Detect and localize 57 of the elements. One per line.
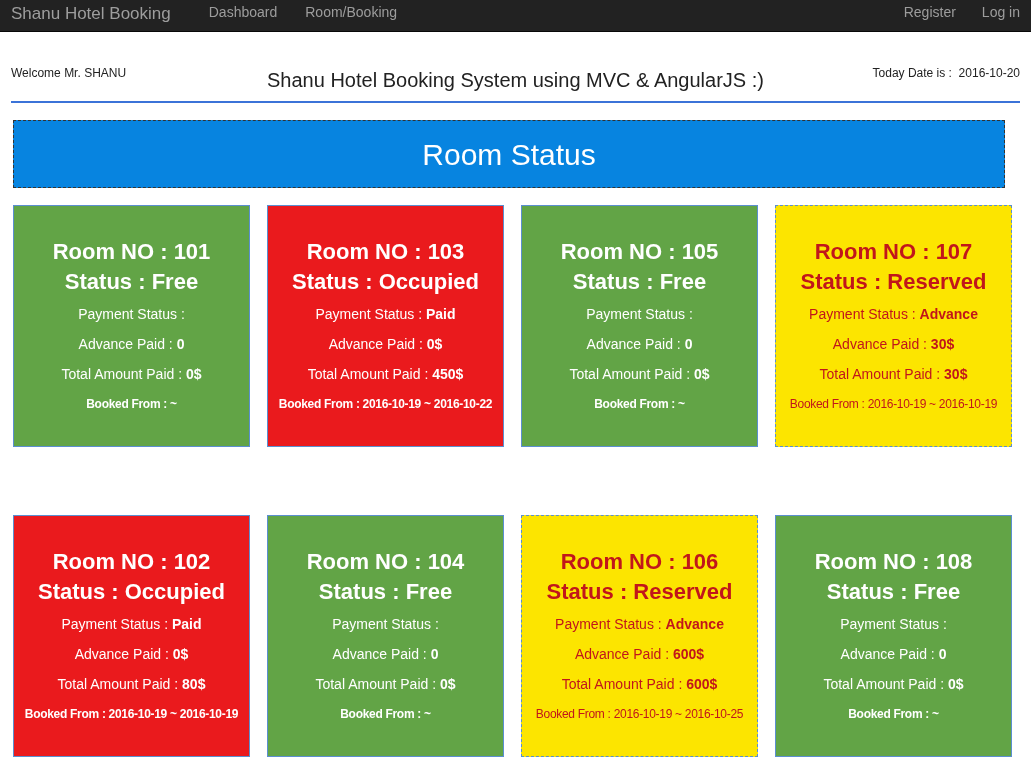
advance-paid: Advance Paid : 30$ [832,335,955,354]
banner-title: Room Status [422,136,596,173]
room-status: Status : Free [64,268,199,296]
booked-dates: Booked From : ~ [86,396,177,413]
room-status: Status : Reserved [800,268,987,296]
total-amount-paid: Total Amount Paid : 80$ [57,675,206,694]
booked-dates: Booked From : ~ [848,706,939,723]
payment-status: Payment Status : Paid [61,615,202,634]
nav-link[interactable]: Dashboard [208,2,278,23]
payment-status: Payment Status : [332,615,439,634]
booked-dates: Booked From : ~ [594,396,685,413]
total-amount-paid: Total Amount Paid : 0$ [823,675,964,694]
room-status: Status : Free [318,578,453,606]
room-number: Room NO : 105 [560,238,719,266]
nav-link[interactable]: Room/Booking [305,2,398,23]
total-amount-paid: Total Amount Paid : 30$ [819,365,968,384]
booked-dates: Booked From : 2016-10-19 ~ 2016-10-22 [278,396,493,413]
room-status: Status : Reserved [546,578,733,606]
advance-paid: Advance Paid : 600$ [574,645,705,664]
booked-dates: Booked From : 2016-10-19 ~ 2016-10-19 [789,396,998,413]
nav-link[interactable]: Register [903,2,956,23]
total-amount-paid: Total Amount Paid : 0$ [315,675,456,694]
room-status: Status : Occupied [37,578,225,606]
payment-status: Payment Status : [840,615,947,634]
room-number: Room NO : 108 [814,548,973,576]
room-number: Room NO : 103 [306,238,465,266]
advance-paid: Advance Paid : 0$ [328,335,443,354]
room-number: Room NO : 106 [560,548,719,576]
advance-paid: Advance Paid : 0 [586,335,693,354]
booked-dates: Booked From : ~ [340,706,431,723]
room-status: Status : Free [826,578,961,606]
brand-link[interactable]: Shanu Hotel Booking [11,1,171,27]
room-number: Room NO : 104 [306,548,465,576]
payment-status: Payment Status : Advance [555,615,724,634]
room-number: Room NO : 101 [52,238,211,266]
today-date: Today Date is : 2016-10-20 [871,65,1020,82]
room-status: Status : Occupied [291,268,479,296]
total-amount-paid: Total Amount Paid : 450$ [307,365,464,384]
payment-status: Payment Status : [78,305,185,324]
payment-status: Payment Status : Advance [809,305,978,324]
advance-paid: Advance Paid : 0 [840,645,947,664]
booked-dates: Booked From : 2016-10-19 ~ 2016-10-19 [24,706,239,723]
welcome-text: Welcome Mr. SHANU [11,65,128,82]
room-number: Room NO : 107 [814,238,973,266]
advance-paid: Advance Paid : 0$ [74,645,189,664]
room-status: Status : Free [572,268,707,296]
advance-paid: Advance Paid : 0 [78,335,185,354]
room-number: Room NO : 102 [52,548,211,576]
nav-link[interactable]: Log in [981,2,1020,23]
page-title: Shanu Hotel Booking System using MVC & AngularJS :) [266,68,765,93]
total-amount-paid: Total Amount Paid : 0$ [61,365,202,384]
total-amount-paid: Total Amount Paid : 600$ [561,675,718,694]
payment-status: Payment Status : [586,305,693,324]
total-amount-paid: Total Amount Paid : 0$ [569,365,710,384]
booked-dates: Booked From : 2016-10-19 ~ 2016-10-25 [535,706,744,723]
payment-status: Payment Status : Paid [315,305,456,324]
advance-paid: Advance Paid : 0 [332,645,439,664]
